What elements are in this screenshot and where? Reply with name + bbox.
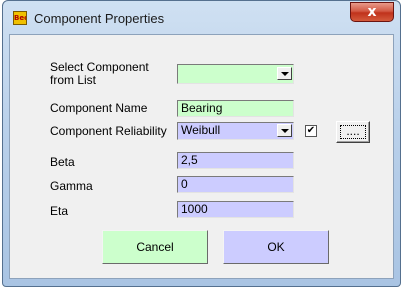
component-name-label: Component Name	[50, 101, 148, 115]
dialog-body: Select Component from List Component Nam…	[9, 34, 394, 279]
gamma-input[interactable]: 0	[177, 176, 294, 193]
component-name-input[interactable]: Bearing	[177, 100, 294, 117]
eta-input[interactable]: 1000	[177, 201, 294, 218]
close-button[interactable]: x	[350, 2, 394, 22]
eta-label: Eta	[50, 204, 69, 218]
reliability-checkbox[interactable]: ✔	[305, 125, 317, 137]
title-bar[interactable]: Beo Component Properties x	[3, 1, 400, 35]
component-reliability-label: Component Reliability	[50, 124, 167, 138]
chevron-down-icon[interactable]	[277, 124, 292, 137]
browse-button[interactable]: ....	[336, 121, 370, 143]
cancel-button[interactable]: Cancel	[102, 230, 208, 264]
reliability-dropdown[interactable]: Weibull	[177, 122, 294, 140]
component-properties-window: Beo Component Properties x Select Compon…	[2, 0, 401, 287]
browse-button-label: ....	[346, 124, 360, 138]
ok-button[interactable]: OK	[223, 230, 329, 264]
chevron-down-icon[interactable]	[277, 67, 292, 80]
gamma-label: Gamma	[50, 179, 93, 193]
close-icon: x	[367, 4, 377, 20]
select-component-dropdown[interactable]	[177, 64, 294, 84]
select-component-label: Select Component from List	[50, 60, 149, 87]
app-icon: Beo	[13, 11, 27, 25]
window-title: Component Properties	[34, 11, 165, 26]
reliability-value: Weibull	[181, 123, 221, 137]
beta-label: Beta	[50, 155, 75, 169]
beta-input[interactable]: 2,5	[177, 152, 294, 169]
